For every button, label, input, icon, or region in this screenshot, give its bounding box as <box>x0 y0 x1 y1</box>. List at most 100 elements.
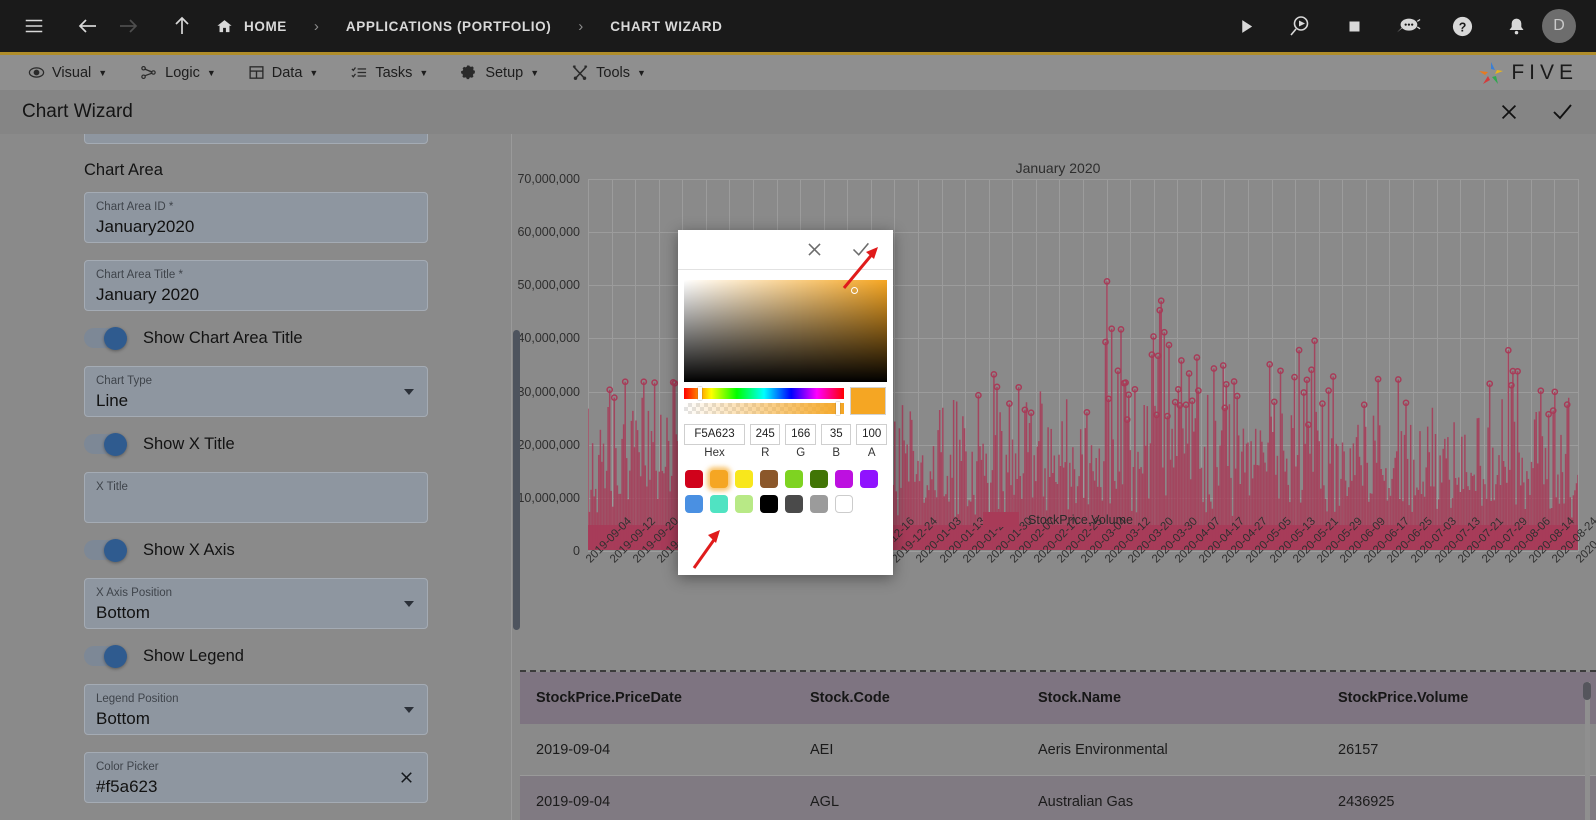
table-header-pricedate[interactable]: StockPrice.PriceDate <box>520 690 810 706</box>
table-cell: 26157 <box>1338 741 1379 758</box>
field-legend-position[interactable]: Legend Position Bottom <box>84 684 428 735</box>
color-swatch[interactable] <box>685 495 703 513</box>
toggle-switch-on[interactable] <box>84 432 127 456</box>
alpha-input[interactable]: 100 <box>856 424 887 445</box>
wizard-close-icon[interactable] <box>1498 101 1520 123</box>
data-table: StockPrice.PriceDate Stock.Code Stock.Na… <box>520 672 1596 820</box>
field-chart-type-value: Line <box>96 391 129 410</box>
color-swatch[interactable] <box>860 470 878 488</box>
menu-tools[interactable]: Tools ▼ <box>555 55 662 90</box>
color-swatch[interactable] <box>835 495 853 513</box>
table-header-stockname[interactable]: Stock.Name <box>1038 690 1338 706</box>
menu-icon[interactable] <box>14 6 54 46</box>
field-value-column[interactable]: StockPrice.Volume <box>84 134 428 144</box>
search-preview-icon[interactable] <box>1280 6 1320 46</box>
breadcrumb-home[interactable]: HOME <box>240 19 291 34</box>
stop-icon[interactable] <box>1334 6 1374 46</box>
chatbot-icon[interactable] <box>1388 6 1428 46</box>
red-input[interactable]: 245 <box>749 424 781 445</box>
toggle-switch-on[interactable] <box>84 644 127 668</box>
menu-tasks[interactable]: Tasks ▼ <box>334 55 444 90</box>
color-swatch[interactable] <box>785 495 803 513</box>
color-swatch[interactable] <box>735 470 753 488</box>
color-swatch[interactable] <box>760 470 778 488</box>
table-cell: 2019-09-04 <box>536 793 611 810</box>
avatar[interactable]: D <box>1542 9 1576 43</box>
color-swatch[interactable] <box>685 470 703 488</box>
field-x-title[interactable]: X Title <box>84 472 428 523</box>
play-icon[interactable] <box>1226 6 1266 46</box>
menu-data[interactable]: Data ▼ <box>232 55 335 90</box>
breadcrumb-applications[interactable]: APPLICATIONS (PORTFOLIO) <box>342 19 555 34</box>
eye-icon <box>28 64 45 81</box>
toggle-show-x-title[interactable]: Show X Title <box>84 432 428 456</box>
field-chart-area-id[interactable]: Chart Area ID * January2020 <box>84 192 428 243</box>
table-header-volume[interactable]: StockPrice.Volume <box>1338 690 1596 706</box>
green-input[interactable]: 166 <box>785 424 816 445</box>
menu-data-label: Data <box>271 64 303 81</box>
toggle-show-legend[interactable]: Show Legend <box>84 644 428 668</box>
toggle-show-chart-area-title-label: Show Chart Area Title <box>143 328 303 347</box>
wizard-confirm-check-icon[interactable] <box>1550 100 1574 124</box>
sidebar-divider <box>511 134 512 820</box>
color-swatch-palette <box>685 470 885 513</box>
clear-color-close-icon[interactable] <box>397 768 416 792</box>
back-arrow-icon[interactable] <box>68 6 108 46</box>
alpha-slider[interactable] <box>684 403 844 414</box>
field-x-axis-position[interactable]: X Axis Position Bottom <box>84 578 428 629</box>
field-chart-type[interactable]: Chart Type Line <box>84 366 428 417</box>
table-cell: AGL <box>810 793 840 810</box>
color-saturation-value-area[interactable] <box>684 280 887 382</box>
breadcrumb: HOME › APPLICATIONS (PORTFOLIO) › CHART … <box>216 18 726 35</box>
blue-input[interactable]: 35 <box>820 424 852 445</box>
menu-setup[interactable]: Setup ▼ <box>444 55 555 90</box>
swatch-row-2 <box>685 495 885 513</box>
color-swatch[interactable] <box>710 470 728 488</box>
color-swatch[interactable] <box>785 470 803 488</box>
hue-slider[interactable] <box>684 388 844 399</box>
chevron-down-icon[interactable] <box>404 601 414 607</box>
color-swatch[interactable] <box>810 495 828 513</box>
up-arrow-icon[interactable] <box>162 6 202 46</box>
chevron-down-icon[interactable] <box>404 389 414 395</box>
field-color-picker[interactable]: Color Picker #f5a623 <box>84 752 428 803</box>
color-swatch[interactable] <box>835 470 853 488</box>
y-axis-tick-label: 0 <box>573 544 580 558</box>
field-x-title-label: X Title <box>96 481 128 493</box>
swatch-row-1 <box>685 470 885 488</box>
toggle-show-chart-area-title[interactable]: Show Chart Area Title <box>84 326 428 350</box>
chevron-down-icon[interactable] <box>404 707 414 713</box>
help-icon[interactable]: ? <box>1442 6 1482 46</box>
menu-visual[interactable]: Visual ▼ <box>12 55 123 90</box>
saturation-handle[interactable] <box>851 287 858 294</box>
color-picker-close-icon[interactable] <box>805 240 824 259</box>
menu-logic[interactable]: Logic ▼ <box>123 55 232 90</box>
sidebar-scrollbar[interactable] <box>513 330 520 630</box>
svg-text:?: ? <box>1458 20 1466 34</box>
alpha-slider-thumb[interactable] <box>836 402 840 415</box>
color-swatch[interactable] <box>760 495 778 513</box>
table-row[interactable]: 2019-09-04 AEI Aeris Environmental 26157 <box>520 724 1596 776</box>
table-cell: AEI <box>810 741 834 758</box>
table-scrollbar-thumb[interactable] <box>1583 682 1591 700</box>
color-swatch[interactable] <box>810 470 828 488</box>
logic-nodes-icon <box>139 64 158 81</box>
breadcrumb-chart-wizard[interactable]: CHART WIZARD <box>606 19 726 34</box>
toggle-knob <box>104 432 127 456</box>
color-swatch[interactable] <box>710 495 728 513</box>
field-chart-area-title[interactable]: Chart Area Title * January 2020 <box>84 260 428 311</box>
bell-icon[interactable] <box>1496 6 1536 46</box>
table-row[interactable]: 2019-09-04 AGL Australian Gas 2436925 <box>520 776 1596 820</box>
hex-input[interactable]: F5A623 <box>684 424 745 445</box>
chevron-down-icon: ▼ <box>309 67 319 78</box>
toggle-switch-on[interactable] <box>84 538 127 562</box>
chevron-down-icon: ▼ <box>419 67 429 78</box>
toggle-switch-on[interactable] <box>84 326 127 350</box>
table-header-stockcode[interactable]: Stock.Code <box>810 690 1038 706</box>
toggle-show-x-axis[interactable]: Show X Axis <box>84 538 428 562</box>
color-swatch[interactable] <box>735 495 753 513</box>
home-icon[interactable] <box>216 18 233 35</box>
hue-slider-thumb[interactable] <box>698 387 702 400</box>
color-picker-confirm-check-icon[interactable] <box>850 239 871 260</box>
forward-arrow-icon[interactable] <box>108 6 148 46</box>
